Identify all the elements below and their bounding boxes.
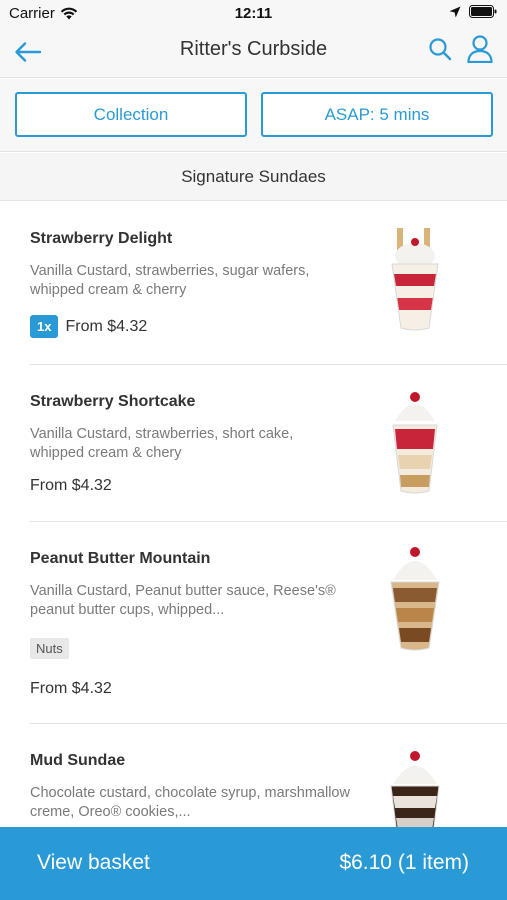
user-icon — [467, 35, 493, 63]
menu-item-strawberry-delight[interactable]: Strawberry Delight Vanilla Custard, stra… — [30, 202, 507, 365]
order-options: Collection ASAP: 5 mins — [0, 79, 507, 152]
item-price-row: 1x From $4.32 — [30, 315, 147, 338]
section-header: Signature Sundaes — [0, 153, 507, 201]
view-basket-button[interactable]: View basket $6.10 (1 item) — [0, 827, 507, 900]
item-description: Vanilla Custard, Peanut butter sauce, Re… — [30, 583, 336, 618]
sundae-image — [390, 751, 440, 827]
item-description: Chocolate custard, chocolate syrup, mars… — [30, 785, 350, 820]
basket-label: View basket — [37, 851, 150, 874]
item-name: Strawberry Shortcake — [30, 393, 196, 410]
menu-item-mud-sundae[interactable]: Mud Sundae Chocolate custard, chocolate … — [30, 724, 507, 827]
menu-item-peanut-butter-mountain[interactable]: Peanut Butter Mountain Vanilla Custard, … — [30, 522, 507, 724]
time-selector-button[interactable]: ASAP: 5 mins — [261, 92, 493, 137]
collection-button[interactable]: Collection — [15, 92, 247, 137]
clock: 12:11 — [234, 5, 273, 22]
item-description: Vanilla Custard, strawberries, sugar waf… — [30, 263, 310, 298]
item-price-row: From $4.32 — [30, 477, 112, 495]
item-name: Mud Sundae — [30, 752, 126, 769]
sundae-image — [391, 228, 439, 331]
basket-total: $6.10 (1 item) — [339, 851, 469, 874]
account-button[interactable] — [465, 33, 495, 65]
menu-list[interactable]: Strawberry Delight Vanilla Custard, stra… — [0, 202, 507, 827]
item-description: Vanilla Custard, strawberries, short cak… — [30, 426, 294, 461]
status-bar: Carrier 12:11 — [0, 0, 507, 28]
item-name: Peanut Butter Mountain — [30, 550, 211, 567]
item-price: From $4.32 — [30, 477, 112, 494]
search-icon — [429, 38, 452, 61]
item-name: Strawberry Delight — [30, 230, 173, 247]
sundae-image — [390, 547, 440, 651]
item-price: From $4.32 — [30, 680, 112, 697]
menu-item-strawberry-shortcake[interactable]: Strawberry Shortcake Vanilla Custard, st… — [30, 365, 507, 522]
search-button[interactable] — [425, 34, 455, 64]
item-price: From $4.32 — [65, 317, 148, 335]
item-price-row: From $4.32 — [30, 680, 112, 698]
location-arrow-icon — [449, 6, 461, 17]
allergen-tag: Nuts — [30, 638, 69, 659]
quantity-badge: 1x — [30, 315, 59, 338]
navigation-bar: Ritter's Curbside — [0, 28, 507, 78]
battery-icon — [469, 5, 497, 18]
sundae-image — [392, 392, 438, 494]
